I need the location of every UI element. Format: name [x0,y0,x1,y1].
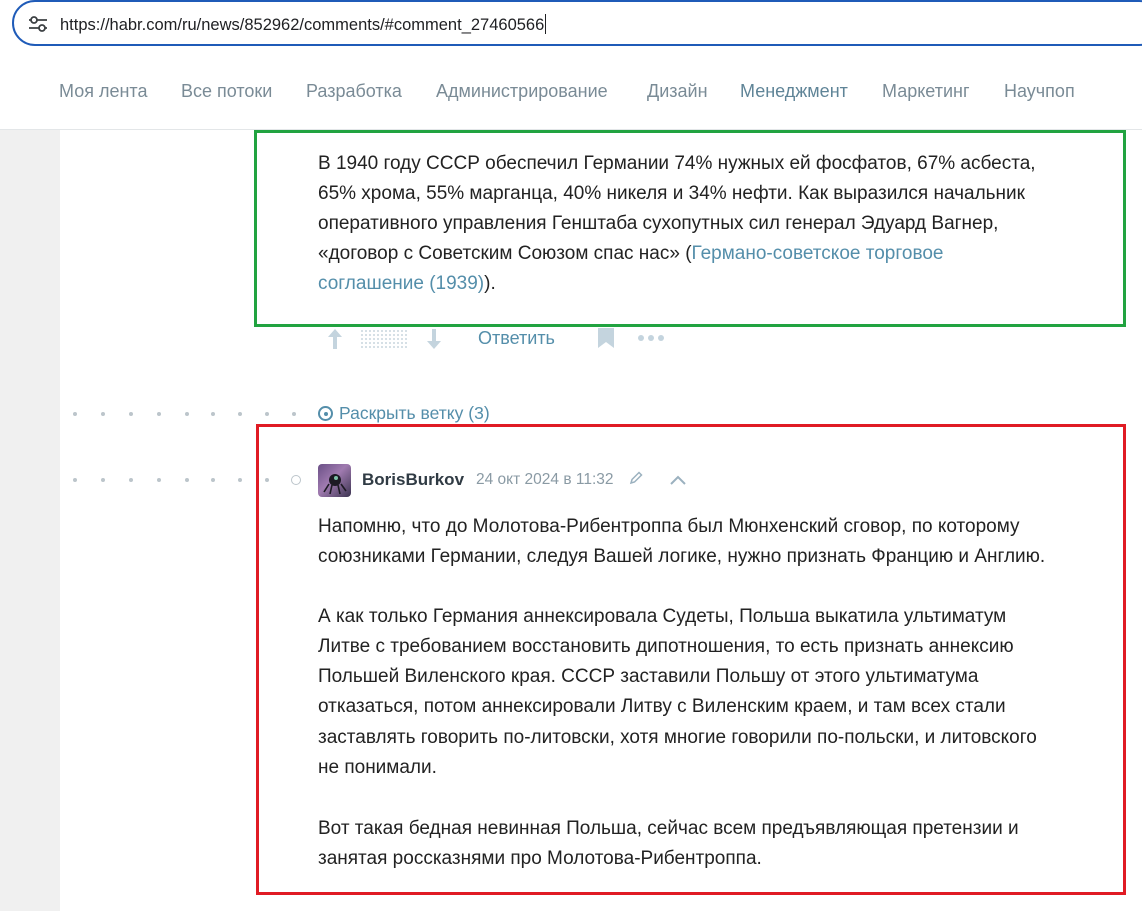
nav-item-development[interactable]: Разработка [306,81,402,102]
downvote-arrow-icon[interactable] [425,328,443,350]
address-bar[interactable]: https://habr.com/ru/news/852962/comments… [12,0,1142,46]
nav-item-marketing[interactable]: Маркетинг [882,81,970,102]
expand-circle-icon [318,406,333,421]
hub-navigation: Моя лента Все потоки Разработка Админист… [0,52,1142,130]
expand-thread-label: Раскрыть ветку (3) [339,403,490,423]
highlight-box-green [254,130,1126,327]
bookmark-icon[interactable] [597,327,615,349]
text-caret [545,14,547,34]
nav-item-my-feed[interactable]: Моя лента [59,81,147,102]
nav-item-administration[interactable]: Администрирование [436,81,608,102]
browser-toolbar: https://habr.com/ru/news/852962/comments… [0,0,1142,52]
rating-placeholder [361,330,407,350]
expand-thread-button[interactable]: Раскрыть ветку (3) [318,403,490,424]
nav-item-all-streams[interactable]: Все потоки [181,81,272,102]
nav-item-popsci[interactable]: Научпоп [1004,81,1075,102]
thread-depth-dots [70,412,310,420]
reply-button[interactable]: Ответить [478,328,555,349]
tune-icon[interactable] [28,15,48,33]
url-text[interactable]: https://habr.com/ru/news/852962/comments… [60,14,547,35]
upvote-arrow-icon[interactable] [326,328,344,350]
more-icon[interactable] [637,334,665,342]
nav-item-management[interactable]: Менеджмент [740,81,848,102]
nav-item-design[interactable]: Дизайн [647,81,708,102]
highlight-box-red [256,424,1126,895]
